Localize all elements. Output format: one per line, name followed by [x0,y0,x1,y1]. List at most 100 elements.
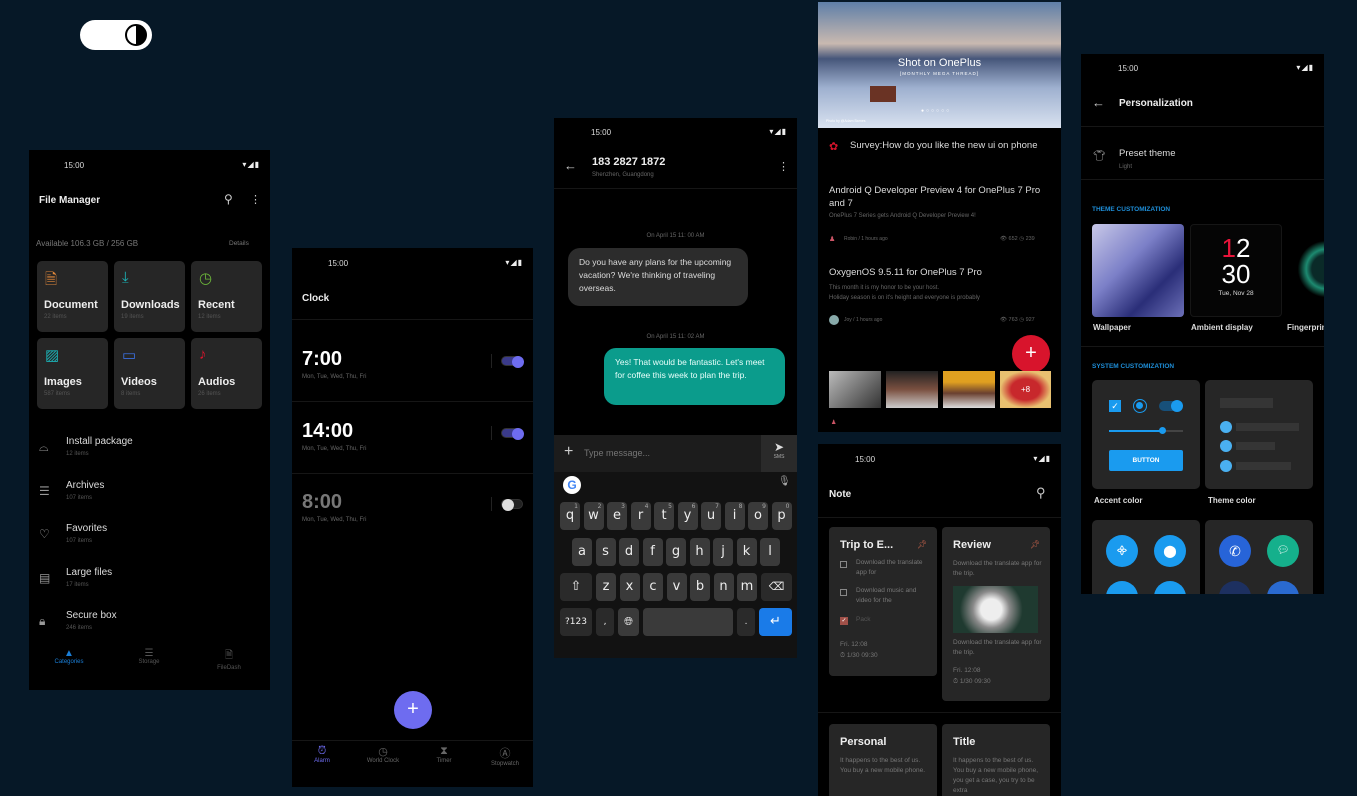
note-card[interactable]: Personal It happens to the best of us. Y… [829,724,937,796]
survey-link[interactable]: Survey:How do you like the new ui on pho… [850,140,1037,151]
banner-image[interactable]: Shot on OnePlus [MONTHLY MEGA THREAD] ●○… [818,2,1061,128]
key[interactable]: o9 [748,502,768,530]
alarm-row[interactable]: 8:00 Mon, Tue, Wed, Thu, Fri [292,491,533,541]
key[interactable]: i8 [724,502,745,530]
key[interactable]: p0 [771,502,792,530]
post-summary: OnePlus 7 Series gets Android Q Develope… [829,213,976,219]
key[interactable]: n [713,573,734,601]
category-tile[interactable]: ♪ Audios 26 items [191,338,262,409]
category-tile[interactable]: ⤓ Downloads 19 items [114,261,185,332]
accent-color-card[interactable]: ✓ BUTTON [1092,380,1200,489]
key[interactable]: r4 [630,502,651,530]
ambient-display-tile[interactable]: 12 30 Tue, Nov 28 [1190,224,1282,317]
more-icon[interactable]: ⋮ [778,160,789,173]
comma-key[interactable]: , [596,608,614,636]
message-input[interactable] [584,443,754,463]
new-post-button[interactable]: + [1012,335,1050,373]
checkbox[interactable] [840,589,847,596]
alarm-row[interactable]: 14:00 Mon, Tue, Wed, Thu, Fri [292,420,533,470]
list-item[interactable]: 🔒︎ Secure box 246 items [29,610,270,646]
key[interactable]: b [690,573,710,601]
pin-icon[interactable]: 📌︎ [1030,540,1040,549]
pin-icon[interactable]: 📌︎ [917,540,927,549]
search-icon[interactable]: ⚲ [1036,485,1046,501]
add-alarm-button[interactable]: + [394,691,432,729]
key[interactable]: h [689,538,710,566]
preset-theme-row[interactable]: 👕︎ Preset theme Light [1081,127,1324,179]
key[interactable]: j [713,538,733,566]
key[interactable]: q1 [560,502,580,530]
alarm-toggle[interactable] [501,356,524,368]
key[interactable]: s [595,538,616,566]
list-item[interactable]: ♡ Favorites 107 items [29,523,270,559]
nav-tab[interactable]: ⧗ Timer [414,745,474,764]
theme-color-card[interactable] [1205,380,1313,489]
nav-tab[interactable]: ⏰︎ Alarm [292,745,352,764]
alarm-toggle[interactable] [501,427,524,440]
key[interactable]: u7 [701,502,721,530]
nav-tab[interactable]: ◷ World Clock [353,745,413,764]
back-arrow-icon[interactable]: ← [1092,95,1105,110]
back-arrow-icon[interactable]: ← [564,158,577,173]
category-tile[interactable]: ▨ Images 587 items [37,338,108,409]
note-card[interactable]: Review 📌︎ Download the translate app for… [942,527,1050,701]
attach-plus-icon[interactable]: + [564,443,573,461]
key[interactable]: a [572,538,592,566]
symbols-key[interactable]: ?123 [560,608,592,636]
key[interactable]: f [642,538,663,566]
key[interactable]: y6 [677,502,698,530]
wallpaper-tile[interactable] [1092,224,1184,317]
alarm-toggle[interactable] [501,499,523,511]
globe-key[interactable]: 🌐︎ [618,608,639,636]
enter-key[interactable]: ↵ [759,608,792,636]
nav-tab[interactable]: ▲ Categories [39,648,99,665]
key[interactable]: x [619,573,640,601]
category-tile[interactable]: 🗎︎ Document 22 items [37,261,108,332]
alarm-row[interactable]: 7:00 Mon, Tue, Wed, Thu, Fri [292,348,533,398]
key[interactable]: v [666,573,687,601]
microphone-icon[interactable]: 🎙︎ [778,476,791,487]
key[interactable]: w2 [583,502,604,530]
space-key[interactable] [643,608,733,636]
post-title[interactable]: OxygenOS 9.5.11 for OnePlus 7 Pro [829,267,982,278]
list-item[interactable]: ⌓ Install package 12 items [29,436,270,472]
post-title[interactable]: Android Q Developer Preview 4 for OnePlu… [829,184,1049,210]
key[interactable]: k [736,538,757,566]
key[interactable]: t5 [654,502,674,530]
backspace-key[interactable]: ⌫ [761,573,792,601]
theme-toggle[interactable] [80,20,152,50]
checkbox-checked[interactable]: ✓ [840,617,848,625]
category-tile[interactable]: ◷ Recent 12 items [191,261,262,332]
checkbox[interactable] [840,561,847,568]
key[interactable]: d [619,538,639,566]
search-icon[interactable]: ⚲ [224,192,233,206]
note-card[interactable]: Trip to E... 📌︎ Download the translate a… [829,527,937,676]
send-sms-button[interactable]: ➤ SMS [761,435,797,472]
more-icon[interactable]: ⋮ [250,193,261,206]
nav-tab[interactable]: 🗎︎ FileDash [199,648,259,671]
icon-style-card[interactable]: ᯽ ⬤ [1092,520,1200,594]
photo-thumbnail[interactable] [943,371,995,408]
category-tile[interactable]: ▭ Videos 8 items [114,338,185,409]
fingerprint-tile[interactable] [1286,224,1324,317]
icon-pack-card[interactable]: ✆ 💬︎ [1205,520,1313,594]
carousel-dots[interactable]: ●○○○○○ [921,108,951,114]
key[interactable]: g [666,538,686,566]
key[interactable]: z [596,573,616,601]
list-item[interactable]: ☰ Archives 107 items [29,480,270,516]
details-link[interactable]: Details [229,240,249,247]
note-card[interactable]: Title It happens to the best of us. You … [942,724,1050,796]
google-icon[interactable]: G [563,476,581,494]
period-key[interactable]: . [737,608,755,636]
key[interactable]: l [760,538,780,566]
key[interactable]: e3 [607,502,627,530]
photo-thumbnail[interactable] [886,371,938,408]
more-photos[interactable]: +8 [1000,371,1051,408]
nav-tab[interactable]: Ⓐ Stopwatch [475,745,533,767]
shift-key[interactable]: ⇧ [560,573,592,601]
key[interactable]: m [737,573,757,601]
list-item[interactable]: ▤ Large files 17 items [29,567,270,603]
photo-thumbnail[interactable] [829,371,881,408]
nav-tab[interactable]: ☰ Storage [119,648,179,665]
key[interactable]: c [643,573,663,601]
